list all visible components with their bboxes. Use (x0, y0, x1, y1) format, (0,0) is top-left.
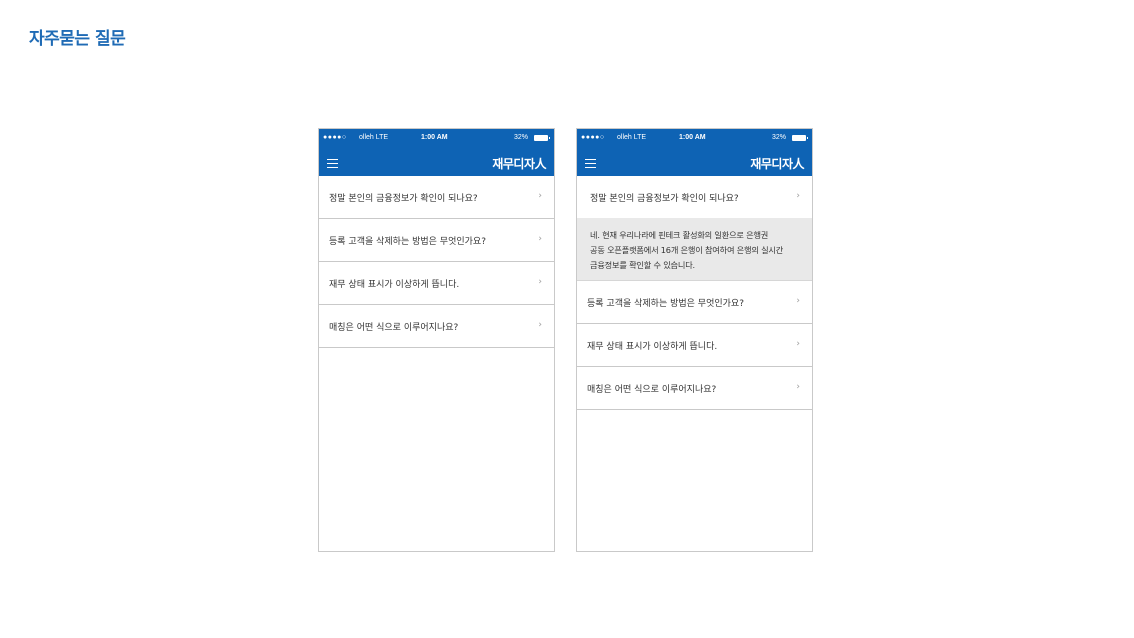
status-time: 1:00 AM (679, 134, 706, 141)
chevron-right-icon: › (796, 296, 800, 306)
carrier-label: olleh LTE (359, 134, 389, 141)
faq-question: 정말 본인의 금융정보가 확인이 되나요? (329, 194, 478, 204)
battery-icon (534, 135, 550, 141)
status-time: 1:00 AM (421, 134, 448, 141)
hamburger-menu-icon[interactable] (585, 159, 596, 168)
faq-question: 등록 고객을 삭제하는 방법은 무엇인가요? (329, 237, 486, 247)
faq-question: 등록 고객을 삭제하는 방법은 무엇인가요? (587, 299, 744, 309)
status-bar: ●●●●○ olleh LTE 1:00 AM 32% (581, 133, 808, 143)
app-logo[interactable]: 재무디자人 (750, 155, 804, 172)
chevron-right-icon: › (538, 277, 542, 287)
faq-question: 매칭은 어떤 식으로 이루어지나요? (329, 323, 459, 333)
faq-item[interactable]: 재무 상태 표시가 이상하게 뜹니다. › (577, 324, 812, 367)
faq-answer-line: 공동 오픈플랫폼에서 16개 은행이 참여하여 은행의 실시간 (590, 245, 784, 255)
status-bar: ●●●●○ olleh LTE 1:00 AM 32% (323, 133, 550, 143)
faq-answer-line: 금융정보를 확인할 수 있습니다. (590, 260, 695, 270)
chevron-right-icon: › (538, 320, 542, 330)
faq-question: 재무 상태 표시가 이상하게 뜹니다. (329, 280, 460, 290)
faq-item[interactable]: 등록 고객을 삭제하는 방법은 무엇인가요? › (577, 281, 812, 324)
faq-item[interactable]: 재무 상태 표시가 이상하게 뜹니다. › (319, 262, 554, 305)
faq-item[interactable]: 매칭은 어떤 식으로 이루어지나요? › (319, 305, 554, 348)
phone-screen-collapsed: ●●●●○ olleh LTE 1:00 AM 32% 재무디자人 정말 본인의… (318, 128, 555, 552)
faq-item[interactable]: 등록 고객을 삭제하는 방법은 무엇인가요? › (319, 219, 554, 262)
faq-answer-line: 네. 현재 우리나라에 핀테크 활성화의 일환으로 은행권 (590, 230, 769, 240)
chevron-right-icon: › (796, 382, 800, 392)
battery-percent: 32% (771, 134, 786, 141)
faq-question: 재무 상태 표시가 이상하게 뜹니다. (587, 342, 718, 352)
chevron-right-icon: › (796, 191, 800, 201)
faq-item[interactable]: 정말 본인의 금융정보가 확인이 되나요? › (319, 176, 554, 219)
faq-answer: 네. 현재 우리나라에 핀테크 활성화의 일환으로 은행권 공동 오픈플랫폼에서… (577, 218, 812, 281)
battery-percent: 32% (513, 134, 528, 141)
app-header: ●●●●○ olleh LTE 1:00 AM 32% 재무디자人 (319, 129, 554, 176)
faq-question: 정말 본인의 금융정보가 확인이 되나요? (590, 194, 739, 204)
hamburger-menu-icon[interactable] (327, 159, 338, 168)
page-title: 자주묻는 질문 (29, 29, 126, 49)
app-logo[interactable]: 재무디자人 (492, 155, 546, 172)
phone-screen-expanded: ●●●●○ olleh LTE 1:00 AM 32% 재무디자人 정말 본인의… (576, 128, 813, 552)
carrier-label: olleh LTE (617, 134, 647, 141)
faq-question: 매칭은 어떤 식으로 이루어지나요? (587, 385, 717, 395)
app-header: ●●●●○ olleh LTE 1:00 AM 32% 재무디자人 (577, 129, 812, 176)
chevron-right-icon: › (538, 234, 542, 244)
battery-icon (792, 135, 808, 141)
chevron-right-icon: › (796, 339, 800, 349)
faq-item[interactable]: 매칭은 어떤 식으로 이루어지나요? › (577, 367, 812, 410)
signal-icon: ●●●●○ (323, 134, 347, 141)
faq-item-expanded[interactable]: 정말 본인의 금융정보가 확인이 되나요? › (577, 176, 812, 218)
signal-icon: ●●●●○ (581, 134, 605, 141)
chevron-right-icon: › (538, 191, 542, 201)
